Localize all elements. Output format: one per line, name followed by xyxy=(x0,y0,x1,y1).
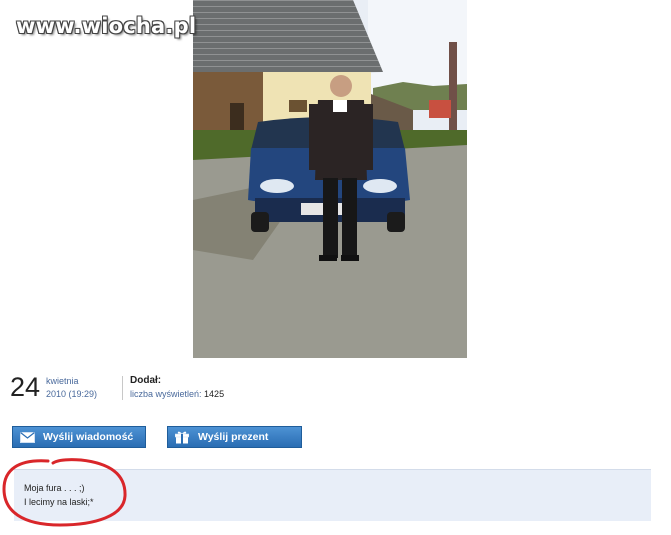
site-watermark: www.wiocha.pl xyxy=(16,14,197,38)
send-message-button[interactable]: Wyślij wiadomość xyxy=(12,426,146,448)
post-date-year-time: 2010 (19:29) xyxy=(46,389,98,399)
photo-scene xyxy=(193,0,467,358)
gift-icon xyxy=(173,430,191,444)
view-count: liczba wyświetleń: 1425 xyxy=(130,389,224,399)
send-gift-label: Wyślij prezent xyxy=(198,431,269,443)
user-photo[interactable] xyxy=(193,0,467,358)
envelope-icon xyxy=(18,430,36,444)
added-by-label: Dodał: xyxy=(130,375,162,386)
view-count-value: 1425 xyxy=(204,389,225,399)
send-gift-button[interactable]: Wyślij prezent xyxy=(167,426,302,448)
post-date-day: 24 xyxy=(10,372,41,402)
post-date-month: kwietnia xyxy=(46,376,79,386)
comment-panel xyxy=(14,469,651,521)
comment-line-2: I lecimy na laski;* xyxy=(24,497,94,507)
meta-divider xyxy=(122,376,123,400)
comment-line-1: Moja fura . . . ;) xyxy=(24,483,85,493)
view-count-label: liczba wyświetleń: xyxy=(130,389,202,399)
send-message-label: Wyślij wiadomość xyxy=(43,431,134,443)
